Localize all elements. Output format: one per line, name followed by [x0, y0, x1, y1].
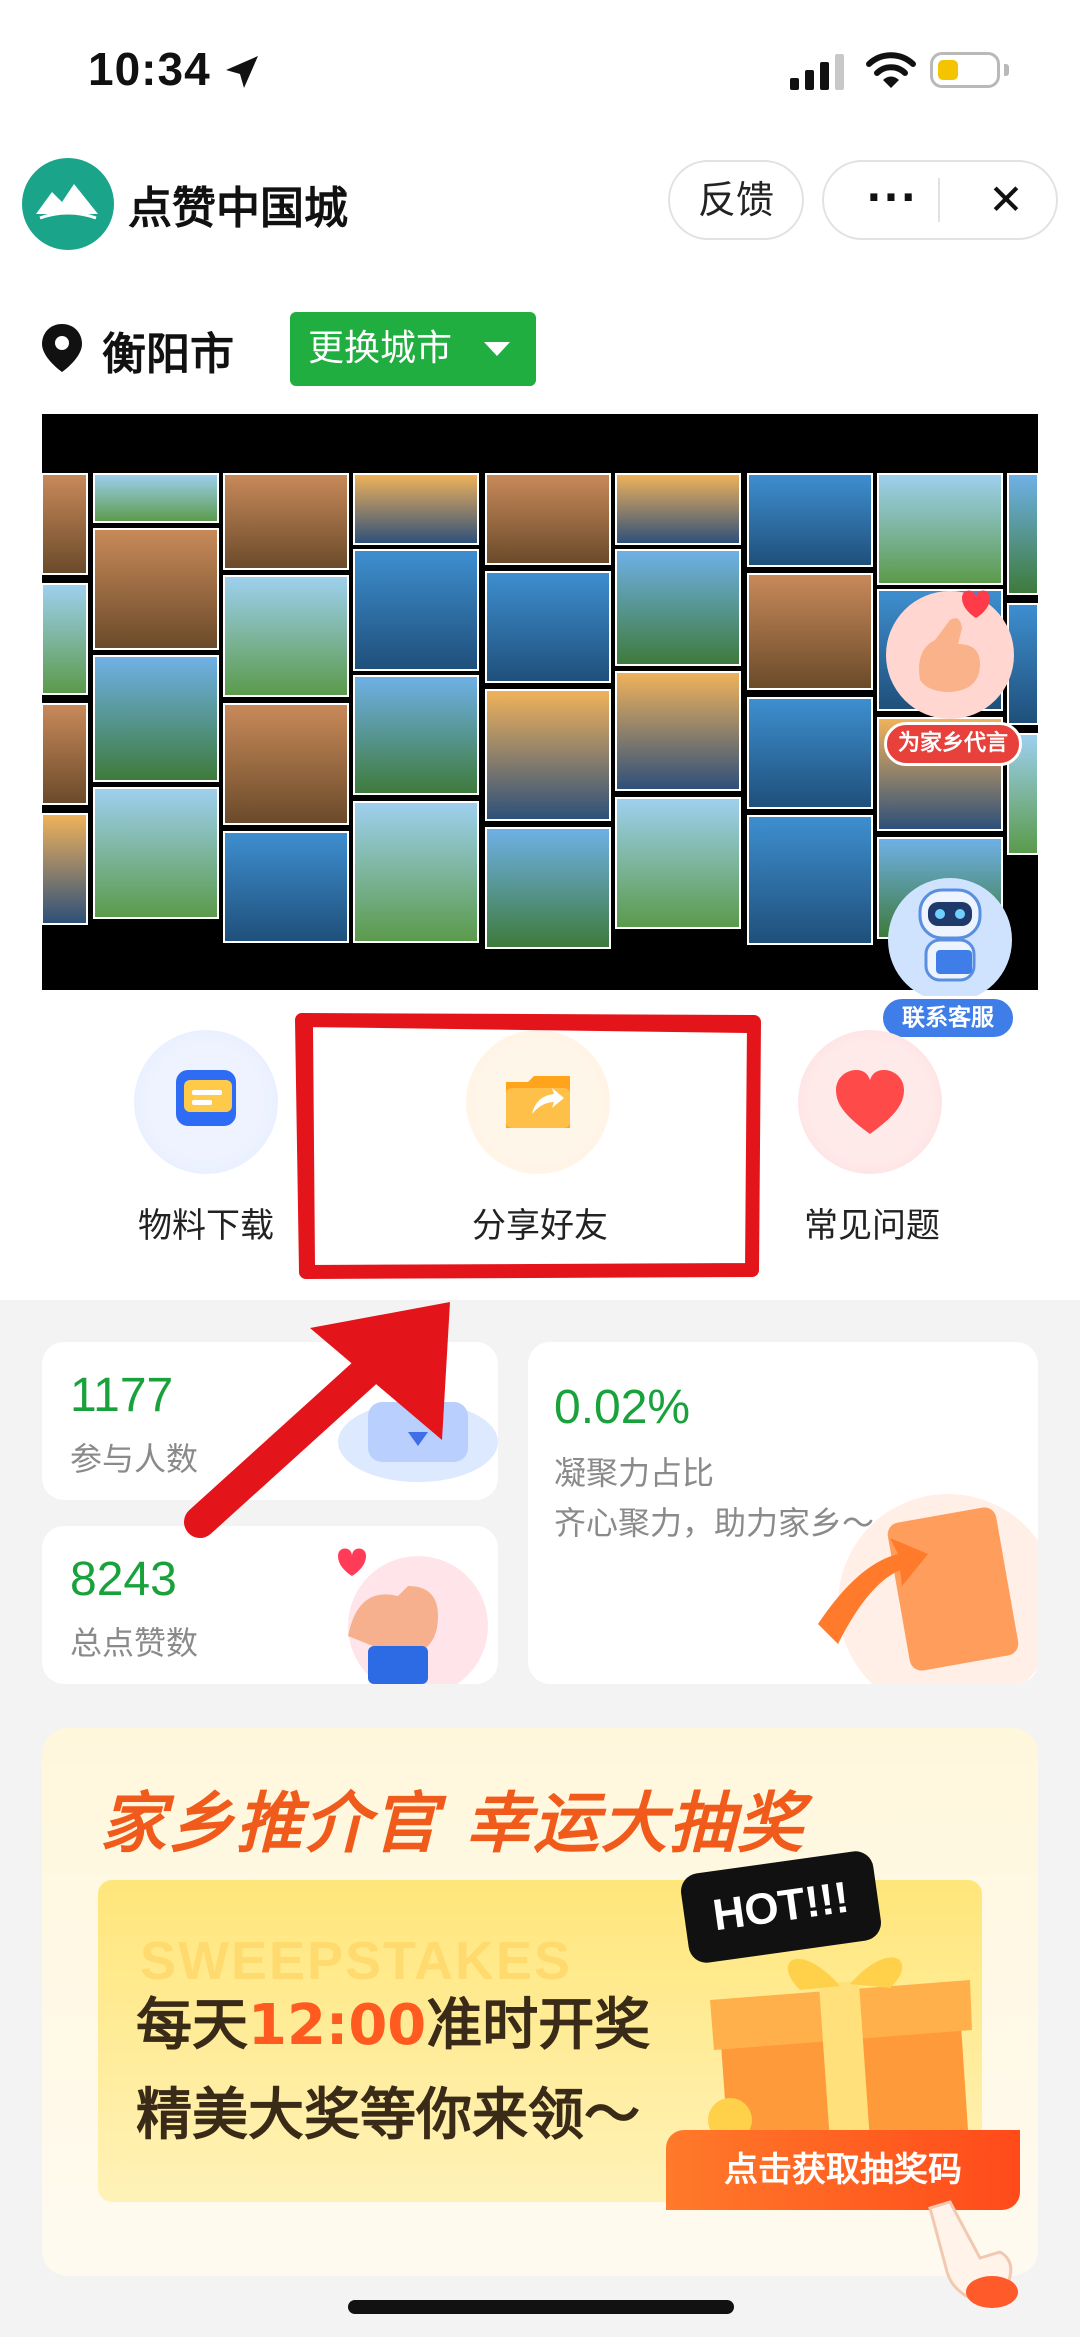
lottery-title: 家乡推介官 幸运大抽奖 — [100, 1785, 805, 1862]
capsule-divider — [938, 178, 940, 222]
robot-assistant-icon[interactable] — [880, 870, 1020, 1000]
draw-time-suffix: 准时开奖 — [426, 1993, 651, 2058]
faq-button[interactable] — [798, 1030, 942, 1174]
faq-label: 常见问题 — [804, 1206, 940, 1246]
participants-label: 参与人数 — [70, 1440, 199, 1478]
advocate-badge[interactable]: 为家乡代言 — [884, 722, 1022, 766]
close-icon[interactable]: ✕ — [966, 168, 1046, 232]
location-arrow-icon — [226, 56, 258, 88]
current-city: 衡阳市 — [102, 329, 234, 380]
change-city-label: 更换城市 — [308, 328, 453, 369]
material-download-button[interactable] — [134, 1030, 278, 1174]
battery-tip — [1004, 64, 1009, 76]
participants-value: 1177 — [70, 1369, 174, 1422]
annotation-highlight-box — [295, 1013, 761, 1279]
cohesion-subtitle: 齐心聚力，助力家乡～ — [554, 1504, 875, 1542]
cellular-signal-icon — [790, 54, 844, 90]
finger-heart-icon[interactable] — [880, 580, 1020, 720]
app-title: 点赞中国城 — [128, 183, 348, 234]
feedback-button[interactable]: 反馈 — [668, 160, 804, 240]
home-indicator[interactable] — [348, 2300, 734, 2314]
change-city-button[interactable]: 更换城市 — [290, 312, 536, 386]
likes-value: 8243 — [70, 1553, 177, 1606]
status-time: 10:34 — [88, 43, 211, 95]
dropdown-caret-icon — [484, 342, 510, 356]
wifi-icon — [866, 52, 916, 88]
location-pin-icon — [42, 324, 82, 372]
battery-icon — [930, 52, 1000, 88]
cohesion-value: 0.02% — [554, 1381, 691, 1434]
cohesion-card: 0.02% 凝聚力占比 齐心聚力，助力家乡～ — [528, 1342, 1038, 1684]
draw-time-prefix: 每天 — [136, 1993, 248, 2058]
prize-text: 精美大奖等你来领～ — [136, 2083, 640, 2148]
app-logo — [22, 158, 114, 250]
draw-time-text: 每天12:00准时开奖 — [136, 1980, 650, 2061]
likes-label: 总点赞数 — [70, 1624, 199, 1662]
more-icon[interactable]: ··· — [852, 168, 932, 232]
pointing-hand-icon — [928, 2200, 1018, 2308]
material-download-label: 物料下载 — [138, 1206, 274, 1246]
message-icon — [176, 1070, 236, 1126]
draw-time-value: 12:00 — [248, 1993, 427, 2058]
annotation-arrow — [184, 1302, 450, 1538]
cohesion-label: 凝聚力占比 — [554, 1454, 715, 1492]
heart-icon — [836, 1070, 904, 1134]
